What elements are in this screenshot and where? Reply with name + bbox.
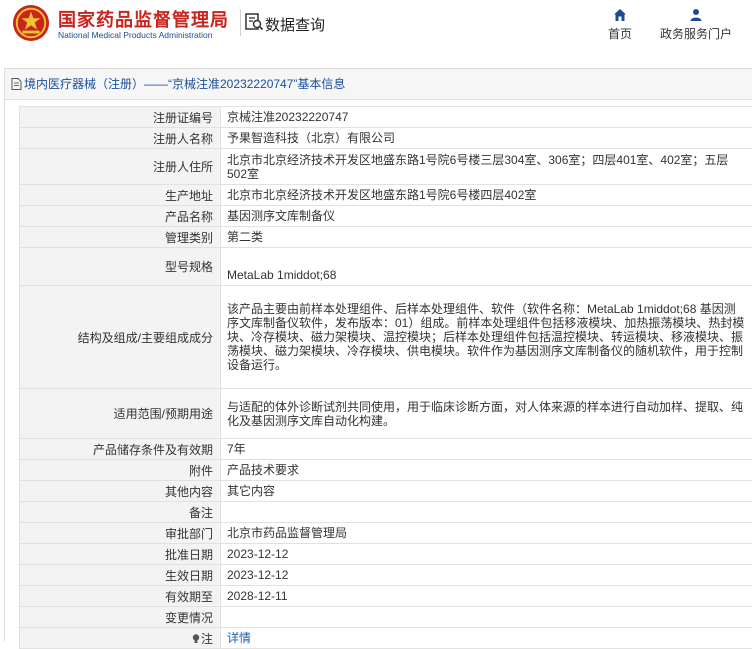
row-label: 有效期至 [20, 586, 221, 607]
note-label: 注 [201, 632, 213, 646]
row-value-note: 详情 [221, 628, 752, 649]
table-row: 批准日期 2023-12-12 [20, 544, 752, 565]
row-value: 京械注准20232220747 [221, 107, 752, 128]
row-label: 批准日期 [20, 544, 221, 565]
row-value: 其它内容 [221, 481, 752, 502]
panel-title-text: 境内医疗器械（注册）——“京械注准20232220747”基本信息 [24, 69, 345, 100]
document-icon [11, 78, 22, 90]
table-row: 注册人住所 北京市北京经济技术开发区地盛东路1号院6号楼三层304室、306室；… [20, 149, 752, 185]
details-link[interactable]: 详情 [227, 631, 251, 645]
row-label: 型号规格 [20, 248, 221, 286]
row-value: 北京市北京经济技术开发区地盛东路1号院6号楼三层304室、306室；四层401室… [221, 149, 752, 185]
nav-gov-service-portal-link[interactable]: 政务服务门户 [656, 8, 736, 42]
data-search-icon [244, 12, 264, 32]
nav-portal-label: 政务服务门户 [660, 27, 732, 41]
row-label: 注册人名称 [20, 128, 221, 149]
row-value: 该产品主要由前样本处理组件、后样本处理组件、软件（软件名称：MetaLab 1m… [221, 286, 752, 389]
row-value: 2023-12-12 [221, 544, 752, 565]
nav-home-label: 首页 [608, 27, 632, 41]
table-row: 注册证编号 京械注准20232220747 [20, 107, 752, 128]
row-value: 北京市药品监督管理局 [221, 523, 752, 544]
row-value: 与适配的体外诊断试剂共同使用，用于临床诊断方面，对人体来源的样本进行自动加样、提… [221, 389, 752, 439]
row-value: 产品技术要求 [221, 460, 752, 481]
detail-panel: 境内医疗器械（注册）——“京械注准20232220747”基本信息 注册证编号 … [4, 68, 752, 641]
table-row: 备注 [20, 502, 752, 523]
home-icon [613, 8, 627, 22]
row-value: 北京市北京经济技术开发区地盛东路1号院6号楼四层402室 [221, 185, 752, 206]
row-label: 产品储存条件及有效期 [20, 439, 221, 460]
row-value: 第二类 [221, 227, 752, 248]
site-logo-subtitle: National Medical Products Administration [58, 30, 213, 40]
table-row: 生产地址 北京市北京经济技术开发区地盛东路1号院6号楼四层402室 [20, 185, 752, 206]
header-divider [240, 10, 241, 36]
table-row: 变更情况 [20, 607, 752, 628]
row-label: 管理类别 [20, 227, 221, 248]
row-value: 7年 [221, 439, 752, 460]
row-label-note: 注 [20, 628, 221, 649]
row-value: 2028-12-11 [221, 586, 752, 607]
row-label: 产品名称 [20, 206, 221, 227]
row-label: 变更情况 [20, 607, 221, 628]
row-label: 注册人住所 [20, 149, 221, 185]
table-row: 注 详情 [20, 628, 752, 649]
table-row: 型号规格 MetaLab 1middot;68 [20, 248, 752, 286]
table-row: 注册人名称 予果智造科技（北京）有限公司 [20, 128, 752, 149]
table-row: 有效期至 2028-12-11 [20, 586, 752, 607]
registration-detail-table: 注册证编号 京械注准20232220747 注册人名称 予果智造科技（北京）有限… [19, 106, 752, 649]
user-icon [689, 8, 703, 22]
row-value [221, 607, 752, 628]
row-value: 予果智造科技（北京）有限公司 [221, 128, 752, 149]
lightbulb-icon [192, 634, 200, 644]
table-row: 适用范围/预期用途 与适配的体外诊断试剂共同使用，用于临床诊断方面，对人体来源的… [20, 389, 752, 439]
row-value: MetaLab 1middot;68 [221, 248, 752, 286]
page-title: 数据查询 [265, 14, 325, 35]
row-label: 其他内容 [20, 481, 221, 502]
row-label: 审批部门 [20, 523, 221, 544]
row-value: 2023-12-12 [221, 565, 752, 586]
table-row: 管理类别 第二类 [20, 227, 752, 248]
panel-title-bar: 境内医疗器械（注册）——“京械注准20232220747”基本信息 [5, 69, 752, 100]
table-row: 附件 产品技术要求 [20, 460, 752, 481]
table-row: 审批部门 北京市药品监督管理局 [20, 523, 752, 544]
nav-home-link[interactable]: 首页 [603, 8, 637, 42]
table-row: 结构及组成/主要组成成分 该产品主要由前样本处理组件、后样本处理组件、软件（软件… [20, 286, 752, 389]
row-label: 备注 [20, 502, 221, 523]
table-row: 产品储存条件及有效期 7年 [20, 439, 752, 460]
site-header: 国家药品监督管理局 National Medical Products Admi… [0, 0, 752, 56]
row-label: 生产地址 [20, 185, 221, 206]
table-row: 其他内容 其它内容 [20, 481, 752, 502]
row-value [221, 502, 752, 523]
table-row: 生效日期 2023-12-12 [20, 565, 752, 586]
national-emblem-icon [12, 4, 50, 42]
row-label: 附件 [20, 460, 221, 481]
table-row: 产品名称 基因测序文库制备仪 [20, 206, 752, 227]
row-label: 结构及组成/主要组成成分 [20, 286, 221, 389]
row-label: 生效日期 [20, 565, 221, 586]
row-value: 基因测序文库制备仪 [221, 206, 752, 227]
row-label: 适用范围/预期用途 [20, 389, 221, 439]
site-logo-title: 国家药品监督管理局 [58, 6, 229, 32]
row-label: 注册证编号 [20, 107, 221, 128]
